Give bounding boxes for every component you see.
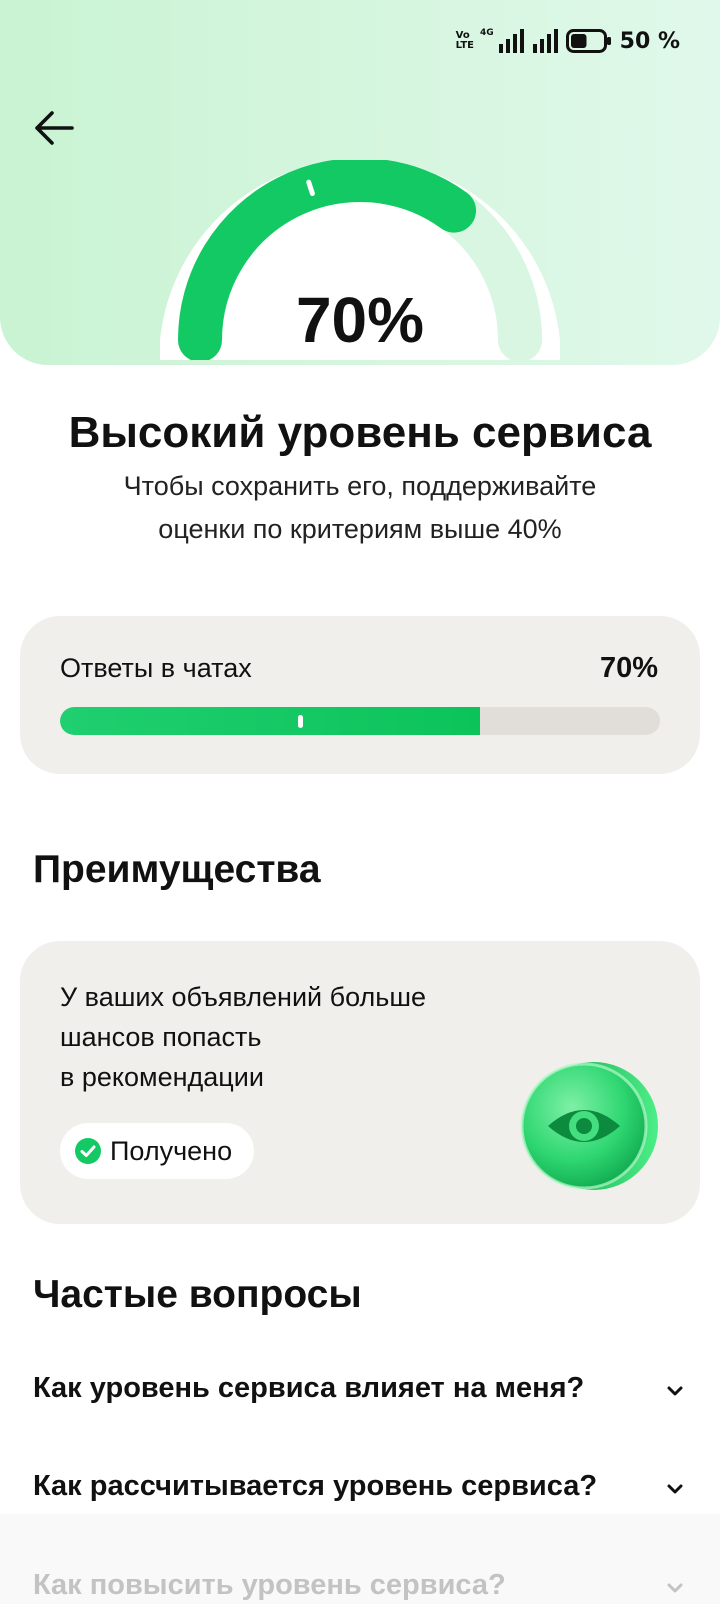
arrow-left-icon xyxy=(35,111,74,145)
benefit-text-line2: шансов попасть xyxy=(60,1022,262,1052)
signal-icon xyxy=(498,29,524,53)
gauge-value: 70% xyxy=(295,284,425,356)
signal-icon-2 xyxy=(532,29,558,53)
status-bar: Vo LTE 4G 50 % xyxy=(0,20,720,64)
volte-indicator: Vo LTE xyxy=(456,31,474,51)
criterion-card-chats: Ответы в чатах 70% xyxy=(20,616,700,774)
battery-percent: 50 % xyxy=(619,28,680,54)
faq-question: Как уровень сервиса влияет на меня? xyxy=(33,1372,585,1404)
back-button[interactable] xyxy=(28,102,80,154)
criterion-progress-fill xyxy=(60,707,480,735)
benefit-status-label: Получено xyxy=(110,1135,233,1166)
benefit-card: У ваших объявлений больше шансов попасть… xyxy=(20,941,700,1224)
chevron-down-icon xyxy=(667,1583,683,1593)
level-subtitle-line2: оценки по критериям выше 40% xyxy=(158,514,562,544)
check-circle-icon xyxy=(75,1138,101,1164)
gauge-threshold-tick xyxy=(306,179,315,197)
network-type: 4G xyxy=(480,28,494,38)
benefit-text-line3: в рекомендации xyxy=(60,1062,264,1092)
criterion-label: Ответы в чатах xyxy=(60,653,252,683)
faq-title: Частые вопросы xyxy=(33,1273,362,1316)
faq-question: Как рассчитывается уровень сервиса? xyxy=(33,1470,598,1502)
faq-question: Как повысить уровень сервиса? xyxy=(33,1569,506,1601)
eye-icon xyxy=(520,1062,658,1190)
criterion-value: 70% xyxy=(599,652,658,684)
volte-line2: LTE xyxy=(455,40,475,51)
faq-item[interactable]: Как повысить уровень сервиса? xyxy=(0,1551,720,1604)
chevron-down-icon xyxy=(667,1386,683,1396)
benefit-status-badge: Получено xyxy=(60,1123,255,1179)
benefit-text-line1: У ваших объявлений больше xyxy=(60,982,426,1012)
battery-icon xyxy=(565,29,611,53)
faq-item[interactable]: Как уровень сервиса влияет на меня? xyxy=(0,1354,720,1426)
benefits-title: Преимущества xyxy=(33,848,321,891)
chevron-down-icon xyxy=(667,1484,683,1494)
status-icons: Vo LTE 4G 50 % xyxy=(456,28,680,54)
level-subtitle: Чтобы сохранить его, поддерживайте оценк… xyxy=(0,465,720,551)
level-subtitle-line1: Чтобы сохранить его, поддерживайте xyxy=(123,471,597,501)
criterion-threshold-tick xyxy=(298,715,303,728)
level-title: Высокий уровень сервиса xyxy=(68,408,652,457)
benefit-text: У ваших объявлений больше шансов попасть… xyxy=(60,977,520,1097)
criterion-progress-bar xyxy=(60,707,660,735)
